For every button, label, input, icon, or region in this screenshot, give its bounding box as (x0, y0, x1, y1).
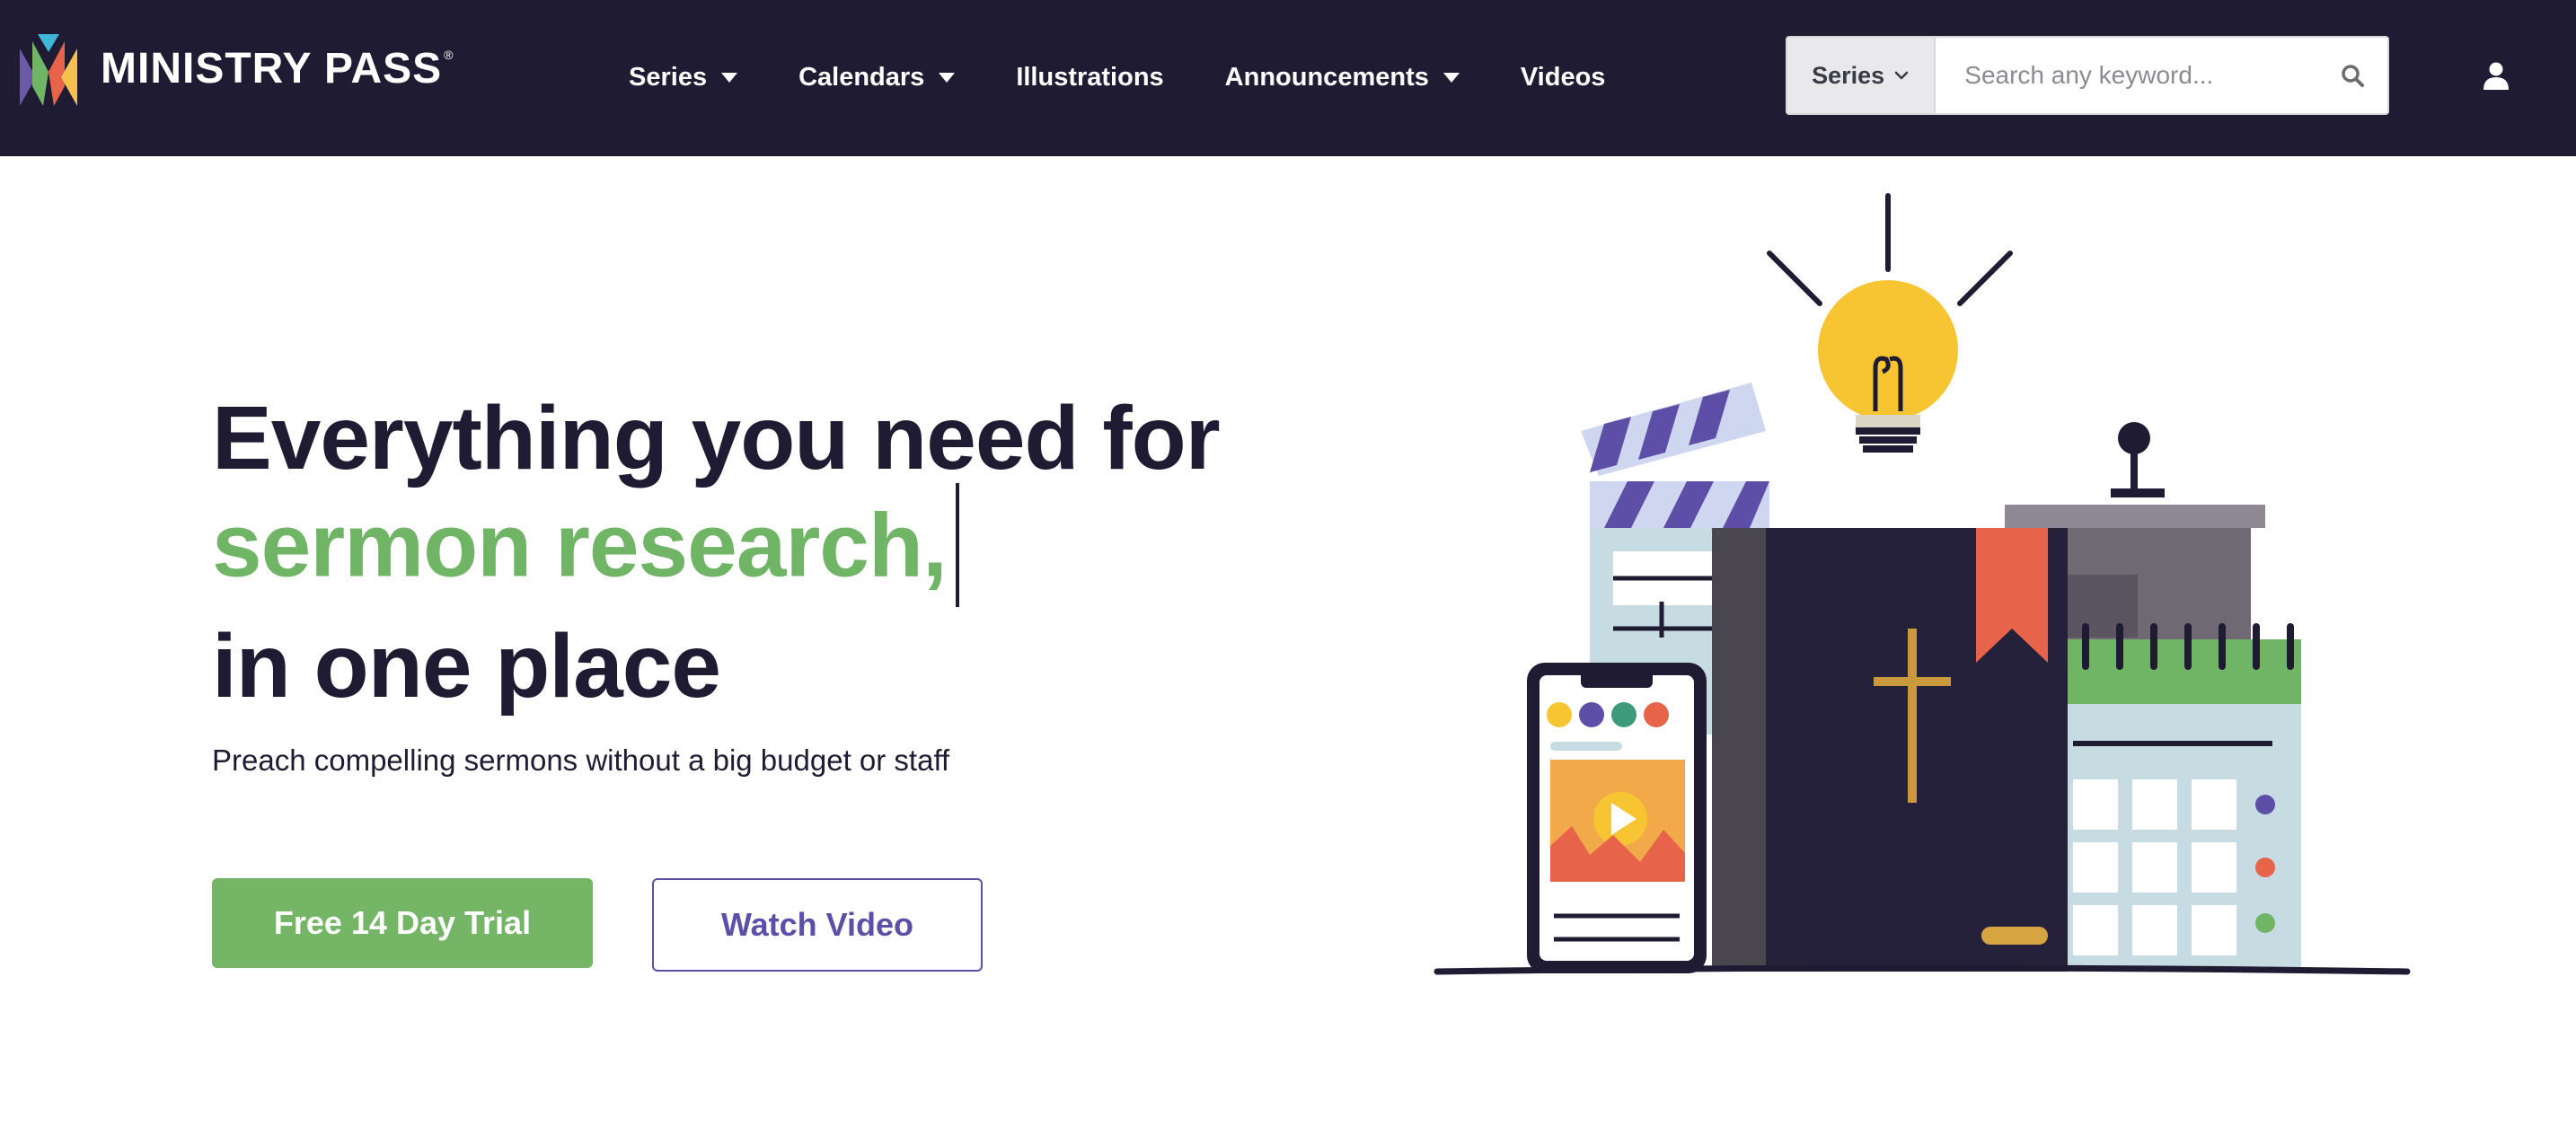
nav-calendars-label: Calendars (798, 62, 925, 92)
caret-down-icon (1442, 72, 1460, 83)
search-icon (2342, 65, 2365, 87)
logo[interactable]: MINISTRY PASS ® (18, 32, 454, 106)
nav-announcements-label: Announcements (1224, 62, 1429, 92)
search-bar: Series (1786, 36, 2389, 115)
nav-series[interactable]: Series (629, 62, 738, 92)
site-header: MINISTRY PASS ® Series Calendars Illustr… (0, 0, 2576, 156)
brand-name: MINISTRY PASS (101, 45, 443, 92)
hero-title: Everything you need for sermon research,… (212, 386, 1221, 718)
phone-icon (1527, 663, 1707, 973)
nav-calendars[interactable]: Calendars (798, 62, 956, 92)
search-button[interactable] (2317, 38, 2387, 113)
caret-down-icon (939, 72, 956, 83)
search-scope-select[interactable]: Series (1787, 38, 1936, 113)
text-cursor (955, 483, 959, 607)
main-nav: Series Calendars Illustrations Announcem… (629, 50, 1666, 104)
registered-mark: ® (444, 48, 454, 62)
lightbulb-icon (1767, 193, 2013, 453)
nav-announcements[interactable]: Announcements (1225, 63, 1460, 92)
calendar-icon (2057, 623, 2301, 972)
caret-down-icon (721, 72, 738, 83)
nav-illustrations[interactable]: Illustrations (1016, 63, 1163, 92)
search-scope-label: Series (1812, 61, 1885, 89)
hero-title-highlight: sermon research, (212, 495, 948, 596)
chevron-down-icon (1894, 71, 1909, 80)
hero-title-line1: Everything you need for (212, 388, 1221, 488)
nav-series-label: Series (629, 62, 708, 92)
hero-subtitle: Preach compelling sermons without a big … (212, 743, 950, 777)
ground-line (1434, 964, 2411, 975)
nav-videos[interactable]: Videos (1521, 63, 1606, 92)
ministry-pass-logo-icon (20, 34, 77, 106)
watch-video-button[interactable]: Watch Video (652, 878, 983, 972)
hero-illustration (1434, 193, 2411, 975)
bible-icon (1712, 528, 2068, 972)
free-trial-button[interactable]: Free 14 Day Trial (212, 878, 593, 968)
nav-videos-label: Videos (1520, 62, 1606, 92)
nav-illustrations-label: Illustrations (1016, 62, 1164, 92)
user-icon[interactable] (2483, 61, 2510, 90)
search-input[interactable] (1936, 38, 2318, 113)
hero-title-line3: in one place (212, 616, 721, 717)
